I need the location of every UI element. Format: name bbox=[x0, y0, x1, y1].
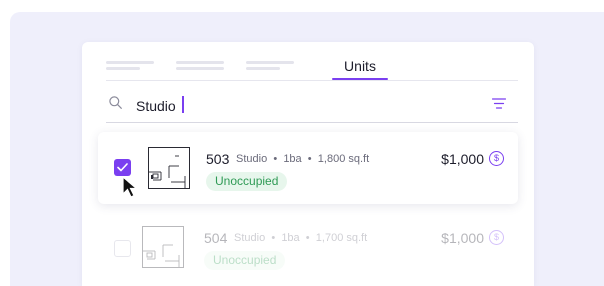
unit-row[interactable]: 503 Studio • 1ba • 1,800 sq.ft Unoccupie… bbox=[98, 132, 518, 204]
tab-placeholder bbox=[176, 67, 224, 70]
unit-area: 1,800 sq.ft bbox=[317, 153, 370, 165]
unit-area: 1,700 sq.ft bbox=[315, 232, 368, 244]
separator: • bbox=[307, 153, 312, 165]
tab-placeholder[interactable] bbox=[246, 61, 294, 64]
unit-details: Studio • 1ba • 1,700 sq.ft bbox=[234, 232, 367, 244]
status-badge: Unoccupied bbox=[206, 172, 288, 191]
search-input[interactable]: Studio bbox=[136, 98, 176, 114]
unit-price: $1,000 bbox=[441, 151, 484, 167]
unit-row[interactable]: 504 Studio • 1ba • 1,700 sq.ft Unoccupie… bbox=[98, 214, 518, 286]
units-panel: Units Studio 503 Studio • 1ba • 1,800 sq… bbox=[82, 42, 534, 286]
filter-icon[interactable] bbox=[492, 98, 506, 109]
dollar-icon[interactable]: $ bbox=[489, 230, 504, 245]
unit-type: Studio bbox=[236, 153, 268, 165]
tab-placeholder bbox=[106, 67, 140, 70]
tab-placeholder[interactable] bbox=[106, 61, 154, 64]
mouse-pointer-icon bbox=[122, 176, 139, 198]
separator: • bbox=[305, 232, 310, 244]
tab-units[interactable]: Units bbox=[332, 58, 388, 80]
row-checkbox[interactable] bbox=[114, 159, 131, 176]
separator: • bbox=[273, 153, 278, 165]
active-tab-indicator bbox=[332, 78, 388, 80]
search-bar[interactable]: Studio bbox=[106, 82, 518, 123]
unit-price: $1,000 bbox=[441, 230, 484, 246]
text-caret bbox=[182, 96, 184, 113]
floor-plan-thumbnail bbox=[148, 147, 190, 189]
separator: • bbox=[271, 232, 276, 244]
dollar-icon[interactable]: $ bbox=[489, 151, 504, 166]
unit-baths: 1ba bbox=[283, 153, 302, 165]
tab-placeholder[interactable] bbox=[176, 61, 224, 64]
status-badge: Unoccupied bbox=[204, 251, 286, 270]
check-icon bbox=[117, 163, 128, 172]
tab-bar: Units bbox=[106, 42, 518, 81]
unit-details: Studio • 1ba • 1,800 sq.ft bbox=[236, 153, 369, 165]
tab-placeholder bbox=[246, 67, 280, 70]
row-checkbox[interactable] bbox=[114, 240, 131, 257]
unit-number: 503 bbox=[206, 151, 230, 167]
search-icon bbox=[109, 96, 122, 109]
floor-plan-thumbnail bbox=[142, 226, 184, 268]
unit-baths: 1ba bbox=[281, 232, 300, 244]
unit-type: Studio bbox=[234, 232, 266, 244]
unit-number: 504 bbox=[204, 230, 228, 246]
